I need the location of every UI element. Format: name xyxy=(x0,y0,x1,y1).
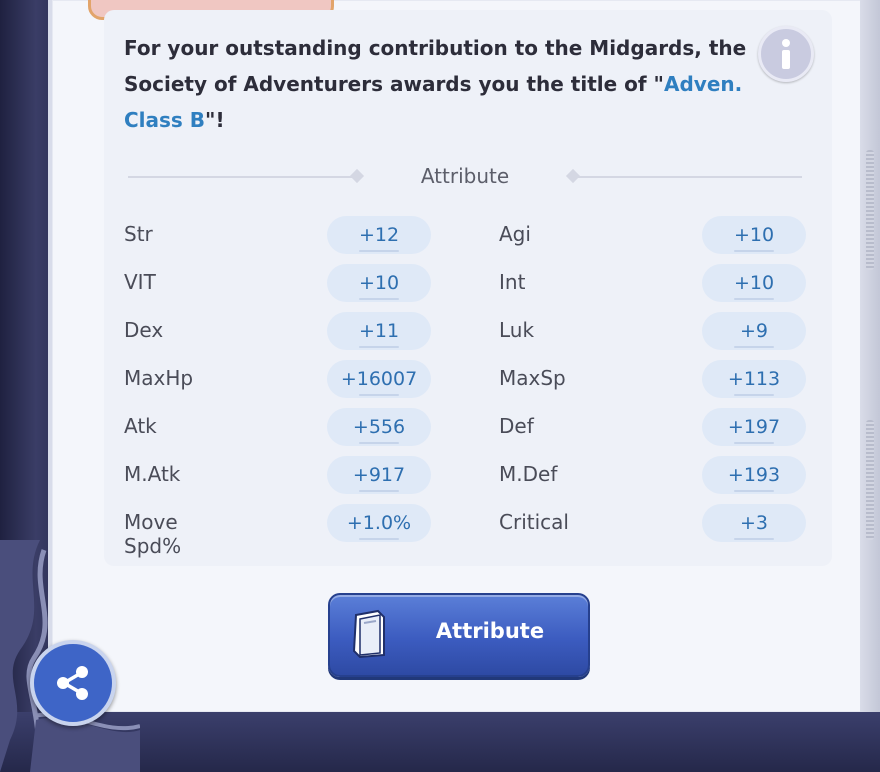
attribute-button-label: Attribute xyxy=(435,619,545,643)
attribute-name: MaxSp xyxy=(499,366,566,390)
award-message: For your outstanding contribution to the… xyxy=(124,30,764,138)
attribute-button[interactable]: Attribute xyxy=(328,593,590,677)
attribute-value: +1.0% xyxy=(327,504,431,542)
attribute-name: Def xyxy=(499,414,534,438)
attribute-name: Atk xyxy=(124,414,157,438)
divider-line-left xyxy=(128,176,354,178)
attribute-name: Dex xyxy=(124,318,164,342)
attribute-name: Agi xyxy=(499,222,531,246)
page-edge xyxy=(860,0,880,712)
info-icon xyxy=(782,39,790,69)
info-button[interactable] xyxy=(758,26,814,82)
attribute-name: Str xyxy=(124,222,153,246)
attribute-name: MaxHp xyxy=(124,366,194,390)
attribute-value: +10 xyxy=(702,216,806,254)
share-icon xyxy=(57,666,88,700)
section-divider: Attribute xyxy=(128,160,802,196)
attribute-value: +113 xyxy=(702,360,806,398)
attribute-value: +9 xyxy=(702,312,806,350)
attribute-value: +3 xyxy=(702,504,806,542)
attribute-value: +16007 xyxy=(327,360,431,398)
attribute-value: +197 xyxy=(702,408,806,446)
book-icon xyxy=(352,609,385,659)
attribute-name: Move Spd% xyxy=(124,510,182,558)
section-title: Attribute xyxy=(420,164,510,188)
divider-line-right xyxy=(572,176,802,178)
scroll-notch xyxy=(866,420,874,540)
attribute-name: Critical xyxy=(499,510,569,534)
divider-diamond-left xyxy=(349,168,365,184)
message-prefix: For your outstanding contribution to the… xyxy=(124,36,747,96)
attribute-name: M.Def xyxy=(499,462,558,486)
attribute-value: +10 xyxy=(327,264,431,302)
attribute-value: +11 xyxy=(327,312,431,350)
attribute-name: M.Atk xyxy=(124,462,181,486)
attribute-name: Luk xyxy=(499,318,535,342)
attribute-name: VIT xyxy=(124,270,156,294)
attribute-value: +917 xyxy=(327,456,431,494)
message-suffix: "! xyxy=(205,108,225,132)
attribute-value: +193 xyxy=(702,456,806,494)
attribute-value: +10 xyxy=(702,264,806,302)
attribute-value: +12 xyxy=(327,216,431,254)
attribute-name: Int xyxy=(499,270,526,294)
attribute-value: +556 xyxy=(327,408,431,446)
scroll-notch xyxy=(866,150,874,270)
share-button[interactable] xyxy=(30,640,116,726)
